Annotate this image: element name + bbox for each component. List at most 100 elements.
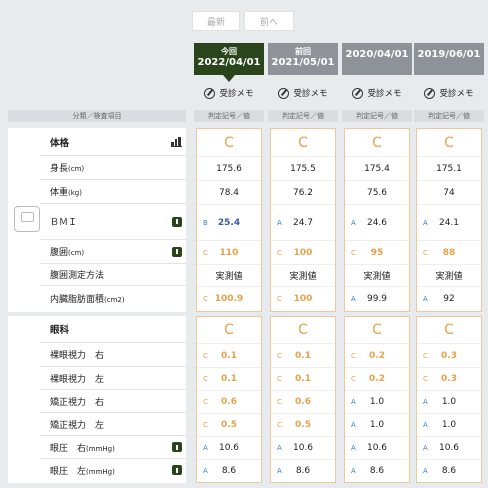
item-name: 内臓脂肪面積	[50, 294, 105, 305]
judgement-header: 判定記号／値	[414, 110, 484, 122]
result-cell: 実測値	[417, 264, 481, 286]
result-value: 10.6	[366, 443, 388, 453]
date-value: 2022/04/01	[197, 57, 261, 68]
result-value: 実測値	[435, 272, 463, 282]
result-value: 0.6	[295, 397, 311, 407]
group-panel: 眼科 裸眼視力 右裸眼視力 左矯正視力 右矯正視力 左眼圧 右(mmHg) 眼圧 左…	[8, 316, 186, 483]
date-column-2[interactable]: 2020/04/01	[342, 43, 412, 75]
item-row: 裸眼視力 右	[40, 342, 186, 366]
grade-symbol: C	[277, 351, 282, 360]
overall-grade: C	[298, 322, 308, 338]
group-title: 体格	[50, 137, 70, 149]
result-value: 0.1	[295, 350, 311, 361]
visit-memo-button[interactable]: 受診メモ	[194, 86, 264, 100]
result-cell: 実測値	[345, 264, 409, 286]
overall-grade-cell: C	[197, 129, 261, 156]
item-label: 身長(cm)	[50, 161, 186, 174]
info-icon[interactable]	[172, 442, 182, 452]
item-name: 裸眼視力 右	[50, 351, 105, 361]
overall-grade-cell: C	[345, 129, 409, 156]
grade-symbol: A	[351, 444, 356, 452]
item-label: 裸眼視力 右	[50, 348, 186, 361]
result-value: 100.9	[214, 294, 244, 304]
date-column-3[interactable]: 2019/06/01	[414, 43, 484, 75]
group-title-row: 体格	[40, 128, 186, 155]
item-row: ＢＭＩ	[40, 203, 186, 239]
grade-symbol: C	[423, 248, 428, 257]
visit-memo-button[interactable]: 受診メモ	[414, 86, 484, 100]
date-value: 2021/05/01	[271, 57, 335, 68]
result-value: 78.4	[218, 187, 240, 198]
item-row: 矯正視力 左	[40, 412, 186, 435]
date-column-1[interactable]: 前回 2021/05/01	[268, 43, 338, 75]
result-cell: A 10.6	[417, 436, 481, 459]
bar-chart-icon[interactable]	[171, 136, 182, 147]
result-cell: A 24.7	[271, 204, 335, 240]
item-unit: (mmHg)	[86, 444, 115, 453]
result-value: 実測値	[363, 272, 391, 282]
grade-symbol: A	[203, 444, 208, 452]
result-value: 24.6	[366, 217, 388, 228]
info-icon[interactable]	[172, 465, 182, 475]
result-cell: 76.2	[271, 180, 335, 204]
result-value: 0.2	[369, 374, 385, 384]
result-cell: A 10.6	[271, 436, 335, 459]
grade-symbol: A	[203, 467, 208, 475]
result-cell: C 0.1	[197, 343, 261, 367]
date-column-0[interactable]: 今回 2022/04/01	[194, 43, 264, 82]
result-value: 88	[442, 247, 456, 258]
overall-grade-cell: C	[271, 317, 335, 343]
result-value: 175.1	[436, 163, 462, 174]
result-value: 10.6	[292, 443, 314, 453]
grade-symbol: A	[423, 467, 428, 475]
visit-memo-button[interactable]: 受診メモ	[342, 86, 412, 100]
grade-symbol: A	[423, 295, 428, 303]
visit-memo-button[interactable]: 受診メモ	[268, 86, 338, 100]
result-value: 実測値	[215, 272, 243, 282]
prev-button[interactable]: 前へ	[244, 11, 294, 31]
judgement-header: 判定記号／値	[268, 110, 338, 122]
result-value: 0.2	[369, 350, 385, 361]
date-value: 2019/06/01	[417, 49, 481, 60]
memo-label: 受診メモ	[219, 89, 254, 99]
result-cell: 175.1	[417, 156, 481, 180]
grade-symbol: A	[277, 218, 282, 227]
result-value: 175.5	[290, 163, 316, 174]
result-cell: C 0.3	[417, 343, 481, 367]
latest-button[interactable]: 最新	[192, 11, 240, 31]
result-cell: C 0.1	[271, 367, 335, 390]
overall-grade: C	[372, 134, 382, 151]
result-cell: C 110	[197, 240, 261, 264]
grade-symbol: B	[203, 218, 208, 227]
category-header: 分類／検査項目	[8, 110, 186, 122]
grade-symbol: C	[203, 248, 208, 257]
grade-symbol: C	[277, 421, 282, 429]
item-name: 体重	[50, 188, 69, 198]
result-value: 10.6	[218, 443, 240, 453]
grade-symbol: A	[351, 295, 356, 303]
result-cell: 175.6	[197, 156, 261, 180]
item-label: 腹囲測定方法	[50, 268, 186, 281]
item-label: 矯正視力 左	[50, 418, 186, 431]
result-cell: A 8.6	[271, 459, 335, 482]
info-icon[interactable]	[172, 216, 182, 227]
info-icon[interactable]	[172, 246, 182, 257]
result-value: 76.2	[292, 187, 314, 198]
result-value: 74	[443, 187, 455, 198]
date-value: 2020/04/01	[345, 49, 409, 60]
item-name: 眼圧 右	[50, 443, 87, 454]
result-column-card: C C 0.1 C 0.1 C 0.6 C 0.5 A 10.6 A 8.6	[270, 316, 336, 483]
result-cell: A 24.6	[345, 204, 409, 240]
memo-label: 受診メモ	[439, 89, 474, 99]
group-title-row: 眼科	[40, 316, 186, 342]
item-label: 眼圧 右(mmHg)	[50, 441, 172, 454]
result-cell: C 0.2	[345, 367, 409, 390]
result-value: 24.7	[292, 217, 314, 228]
item-row: 内臓脂肪面積(cm2)	[40, 285, 186, 310]
grade-symbol: C	[423, 375, 428, 383]
result-cell: A 8.6	[417, 459, 481, 482]
memo-label: 受診メモ	[367, 89, 402, 99]
group-title: 眼科	[50, 325, 70, 336]
memo-label: 受診メモ	[293, 89, 328, 99]
result-value: 175.4	[364, 163, 390, 174]
